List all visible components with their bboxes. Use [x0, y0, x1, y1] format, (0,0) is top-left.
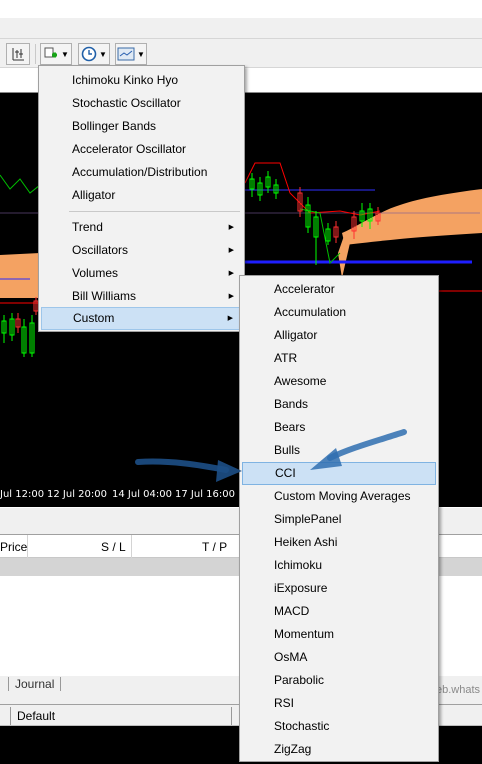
submenu-item-stochastic[interactable]: Stochastic	[242, 715, 436, 738]
submenu-item-label: Bulls	[274, 443, 301, 457]
status-profile: Default	[17, 709, 56, 723]
top-blank-area	[0, 0, 482, 18]
submenu-item-label: Ichimoku	[274, 558, 323, 572]
time-axis-label: 14 Jul 04:00	[112, 489, 172, 500]
submenu-arrow-icon: ▶	[228, 224, 234, 231]
submenu-item-macd[interactable]: MACD	[242, 600, 436, 623]
menu-item-custom[interactable]: Custom ▶	[41, 307, 242, 330]
indicators-menu: Ichimoku Kinko Hyo Stochastic Oscillator…	[38, 65, 245, 332]
submenu-item-label: Momentum	[274, 627, 335, 641]
submenu-item-label: OsMA	[274, 650, 308, 664]
submenu-item-custom-moving-averages[interactable]: Custom Moving Averages	[242, 485, 436, 508]
menu-item-volumes[interactable]: Volumes ▶	[41, 262, 242, 285]
submenu-item-label: Bears	[274, 420, 306, 434]
time-axis-label: Jul 12:00	[0, 489, 45, 500]
submenu-item-simplepanel[interactable]: SimplePanel	[242, 508, 436, 531]
toolbar: ▼ ▼ ▼	[0, 38, 482, 68]
menu-separator	[69, 211, 240, 212]
clock-periodicity-icon	[81, 46, 97, 62]
periodicity-button[interactable]: ▼	[78, 43, 110, 65]
menu-item-oscillators[interactable]: Oscillators ▶	[41, 239, 242, 262]
submenu-item-accelerator[interactable]: Accelerator	[242, 278, 436, 301]
submenu-item-rsi[interactable]: RSI	[242, 692, 436, 715]
tab-journal[interactable]: Journal	[8, 677, 62, 691]
period-separator-icon[interactable]	[6, 43, 30, 65]
submenu-item-label: Bands	[274, 397, 309, 411]
status-divider	[231, 707, 232, 725]
column-sl[interactable]: S / L	[101, 540, 126, 554]
submenu-item-label: RSI	[274, 696, 295, 710]
submenu-item-awesome[interactable]: Awesome	[242, 370, 436, 393]
submenu-item-label: Custom Moving Averages	[274, 489, 411, 503]
submenu-item-osma[interactable]: OsMA	[242, 646, 436, 669]
submenu-item-label: Accumulation	[274, 305, 347, 319]
submenu-arrow-icon: ▶	[228, 293, 234, 300]
submenu-item-label: iExposure	[274, 581, 328, 595]
submenu-item-label: CCI	[275, 466, 296, 480]
column-price[interactable]: Price	[0, 540, 27, 554]
submenu-item-label: ZigZag	[274, 742, 312, 756]
submenu-item-iexposure[interactable]: iExposure	[242, 577, 436, 600]
menu-item-stochastic[interactable]: Stochastic Oscillator	[41, 92, 242, 115]
submenu-item-bears[interactable]: Bears	[242, 416, 436, 439]
time-axis-label: 17 Jul 16:00	[175, 489, 235, 500]
submenu-item-label: SimplePanel	[274, 512, 342, 526]
menu-item-accumulation[interactable]: Accumulation/Distribution	[41, 161, 242, 184]
chevron-down-icon: ▼	[137, 49, 145, 59]
indicators-add-icon	[44, 47, 58, 58]
toolbar-separator	[35, 44, 36, 64]
menu-item-bill-williams[interactable]: Bill Williams ▶	[41, 285, 242, 308]
submenu-item-label: Alligator	[274, 328, 318, 342]
submenu-item-momentum[interactable]: Momentum	[242, 623, 436, 646]
submenu-item-atr[interactable]: ATR	[242, 347, 436, 370]
menu-item-accelerator[interactable]: Accelerator Oscillator	[41, 138, 242, 161]
menu-item-trend[interactable]: Trend ▶	[41, 216, 242, 239]
submenu-item-ichimoku[interactable]: Ichimoku	[242, 554, 436, 577]
submenu-item-heiken-ashi[interactable]: Heiken Ashi	[242, 531, 436, 554]
menu-item-bollinger[interactable]: Bollinger Bands	[41, 115, 242, 138]
submenu-item-label: Awesome	[274, 374, 327, 388]
submenu-arrow-icon: ▶	[227, 315, 233, 322]
submenu-item-label: ATR	[274, 351, 298, 365]
time-axis-label: 12 Jul 20:00	[47, 489, 107, 500]
submenu-item-bands[interactable]: Bands	[242, 393, 436, 416]
submenu-item-alligator[interactable]: Alligator	[242, 324, 436, 347]
submenu-item-label: Accelerator	[274, 282, 335, 296]
custom-submenu: Accelerator Accumulation Alligator ATR Aweso…	[239, 275, 439, 762]
status-divider	[10, 707, 11, 725]
submenu-item-label: Heiken Ashi	[274, 535, 338, 549]
indicators-add-button[interactable]: ▼	[40, 43, 72, 65]
submenu-item-label: MACD	[274, 604, 310, 618]
column-divider	[27, 535, 28, 558]
submenu-item-zigzag[interactable]: ZigZag	[242, 738, 436, 761]
submenu-item-label: Parabolic	[274, 673, 325, 687]
chevron-down-icon: ▼	[99, 49, 107, 59]
templates-button[interactable]: ▼	[115, 43, 147, 65]
column-divider	[131, 535, 132, 558]
menu-item-alligator[interactable]: Alligator	[41, 184, 242, 207]
templates-icon	[117, 47, 135, 61]
menu-item-ichimoku[interactable]: Ichimoku Kinko Hyo	[41, 69, 242, 92]
submenu-arrow-icon: ▶	[228, 247, 234, 254]
submenu-item-accumulation[interactable]: Accumulation	[242, 301, 436, 324]
submenu-item-cci[interactable]: CCI	[242, 462, 436, 485]
submenu-arrow-icon: ▶	[228, 270, 234, 277]
column-tp[interactable]: T / P	[202, 540, 227, 554]
submenu-item-label: Stochastic	[274, 719, 330, 733]
ghost-text: eb.whats	[436, 684, 481, 696]
menu-strip	[0, 18, 482, 38]
chevron-down-icon: ▼	[61, 49, 69, 59]
submenu-item-bulls[interactable]: Bulls	[242, 439, 436, 462]
submenu-item-parabolic[interactable]: Parabolic	[242, 669, 436, 692]
